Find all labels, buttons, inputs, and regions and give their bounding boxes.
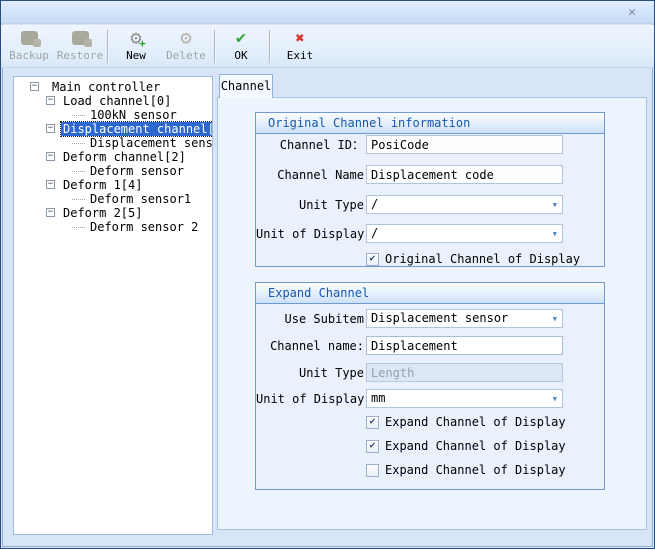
tab-channel[interactable]: Channel [219, 74, 273, 98]
toolbar-separator [269, 30, 270, 63]
unit-of-display-label: Unit of Display [256, 224, 364, 244]
collapse-icon[interactable]: − [46, 124, 55, 133]
toolbar-separator [214, 30, 215, 63]
tree-node-deform-sensor[interactable]: Deform sensor [14, 164, 212, 178]
expand-unit-of-display-select[interactable]: mm ▼ [366, 389, 563, 408]
group-title: Original Channel information [256, 113, 604, 134]
channel-name-field[interactable] [366, 165, 563, 184]
collapse-icon[interactable]: − [46, 152, 55, 161]
expand-unit-type-field [366, 363, 563, 382]
exit-cross-icon: ✖ [295, 27, 304, 49]
tree-node-deform-1[interactable]: − Deform 1[4] [14, 178, 212, 192]
backup-icon [21, 27, 38, 49]
channel-tab-page: Original Channel information Channel ID：… [217, 97, 647, 530]
unit-type-select[interactable]: / ▼ [366, 195, 563, 214]
tree-node-100kn-sensor[interactable]: 100kN sensor [14, 108, 212, 122]
check-icon: ✔ [369, 254, 375, 264]
restore-icon [72, 27, 89, 49]
original-display-checkbox-row: ✔ Original Channel of Display [366, 252, 580, 266]
tree-node-deform-sensor-2[interactable]: Deform sensor 2 [14, 220, 212, 234]
tree-node-deform-2[interactable]: − Deform 2[5] [14, 206, 212, 220]
chevron-down-icon: ▼ [553, 395, 557, 403]
tree-node-load-channel[interactable]: − Load channel[0] [14, 94, 212, 108]
chevron-down-icon: ▼ [553, 201, 557, 209]
tree-node-displacement-sensor[interactable]: Displacement sensor [14, 136, 212, 150]
new-gear-icon: ⚙ + [130, 27, 141, 49]
ok-button[interactable]: ✔ OK [220, 27, 262, 66]
delete-gear-icon: ⚙ [180, 27, 191, 49]
channel-id-label: Channel ID： [256, 135, 364, 155]
tree-node-main-controller[interactable]: − Main controller [14, 80, 212, 94]
tree-node-deform-sensor1[interactable]: Deform sensor1 [14, 192, 212, 206]
channel-id-field[interactable] [366, 135, 563, 154]
channel-name-label: Channel Name [256, 165, 364, 185]
channel-settings-window: ✕ Backup Restore ⚙ + New ⚙ Delete ✔ OK [0, 0, 655, 549]
channel-tree: − Main controller − Load channel[0] 100k… [13, 76, 213, 535]
close-icon[interactable]: ✕ [622, 4, 642, 21]
expand-channel-name-field[interactable] [366, 336, 563, 355]
expand-display-checkbox-3[interactable]: ✔ [366, 464, 379, 477]
expand-display-checkbox-2[interactable]: ✔ [366, 440, 379, 453]
ok-check-icon: ✔ [236, 27, 246, 49]
unit-type-label: Unit Type [256, 195, 364, 215]
expand-unit-type-label: Unit Type [256, 363, 364, 383]
new-button[interactable]: ⚙ + New [116, 27, 156, 66]
expand-unit-of-display-label: Unit of Display [256, 389, 364, 409]
check-icon: ✔ [369, 441, 375, 451]
original-display-checkbox[interactable]: ✔ [366, 253, 379, 266]
toolbar: Backup Restore ⚙ + New ⚙ Delete ✔ OK ✖ E… [1, 25, 654, 68]
expand-display-checkbox-1[interactable]: ✔ [366, 416, 379, 429]
backup-button[interactable]: Backup [6, 27, 52, 66]
delete-button[interactable]: ⚙ Delete [161, 27, 211, 66]
group-title: Expand Channel [256, 283, 604, 304]
tree-node-deform-channel[interactable]: − Deform channel[2] [14, 150, 212, 164]
check-icon: ✔ [369, 417, 375, 427]
collapse-icon[interactable]: − [30, 82, 39, 91]
tree-node-displacement-channel[interactable]: − Displacement channel[1] [14, 122, 212, 136]
titlebar: ✕ [1, 1, 654, 24]
chevron-down-icon: ▼ [553, 230, 557, 238]
expand-channel-name-label: Channel name: [256, 336, 364, 356]
restore-button[interactable]: Restore [54, 27, 106, 66]
expand-display-checkbox-row-3: ✔ Expand Channel of Display [366, 463, 566, 477]
use-subitem-label: Use Subitem [256, 309, 364, 329]
unit-of-display-select[interactable]: / ▼ [366, 224, 563, 243]
toolbar-separator [107, 30, 108, 63]
original-channel-group: Original Channel information Channel ID：… [255, 112, 605, 267]
use-subitem-select[interactable]: Displacement sensor ▼ [366, 309, 563, 328]
expand-display-checkbox-row-2: ✔ Expand Channel of Display [366, 439, 566, 453]
chevron-down-icon: ▼ [553, 315, 557, 323]
expand-display-checkbox-row-1: ✔ Expand Channel of Display [366, 415, 566, 429]
expand-channel-group: Expand Channel Use Subitem Displacement … [255, 282, 605, 490]
collapse-icon[interactable]: − [46, 180, 55, 189]
exit-button[interactable]: ✖ Exit [278, 27, 322, 66]
collapse-icon[interactable]: − [46, 96, 55, 105]
plus-icon: + [139, 37, 146, 50]
collapse-icon[interactable]: − [46, 208, 55, 217]
